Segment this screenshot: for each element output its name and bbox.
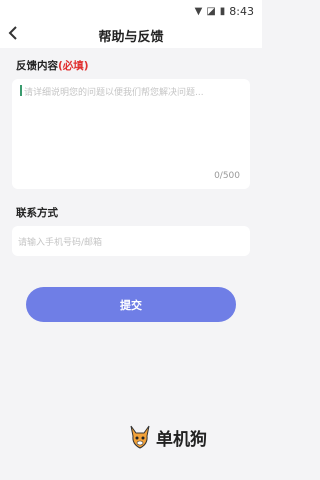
- wifi-icon: ▼: [194, 5, 203, 17]
- feedback-label-text: 反馈内容: [16, 60, 58, 72]
- feedback-textarea[interactable]: 请详细说明您的问题以便我们帮您解决问题... 0/500: [12, 79, 250, 189]
- contact-label: 联系方式: [16, 207, 58, 219]
- page-title: 帮助与反馈: [98, 29, 164, 45]
- dog-mascot-icon: [130, 425, 150, 449]
- watermark-logo: 单机狗: [128, 424, 207, 450]
- battery-icon: ▮: [219, 5, 226, 17]
- submit-button[interactable]: 提交: [26, 287, 236, 322]
- text-caret: [20, 85, 22, 96]
- contact-placeholder: 请输入手机号码/邮箱: [18, 237, 103, 248]
- page-header: 帮助与反馈: [0, 22, 262, 48]
- feedback-placeholder-text: 请详细说明您的问题以便我们帮您解决问题...: [24, 88, 204, 98]
- status-time: 8:43: [229, 4, 254, 18]
- feedback-placeholder: 请详细说明您的问题以便我们帮您解决问题...: [20, 85, 242, 98]
- feedback-label: 反馈内容(必填): [0, 48, 262, 79]
- required-marker: (必填): [58, 60, 89, 72]
- char-counter: 0/500: [214, 171, 240, 181]
- sim-icon: ◪: [206, 5, 216, 17]
- chevron-left-icon: [8, 26, 17, 40]
- contact-field[interactable]: 请输入手机号码/邮箱: [12, 226, 250, 256]
- watermark-text: 单机狗: [156, 429, 207, 450]
- back-button[interactable]: [8, 24, 18, 45]
- status-bar: ▼ ◪ ▮ 8:43: [0, 0, 262, 22]
